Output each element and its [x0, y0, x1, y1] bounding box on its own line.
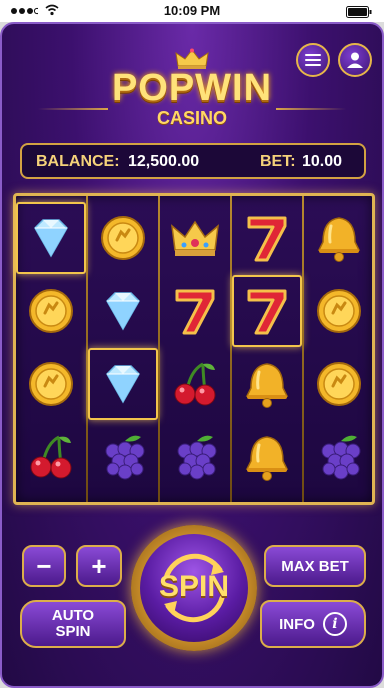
reel-cell: [232, 275, 302, 347]
info-icon: i: [322, 612, 347, 636]
logo-subtitle: CASINO: [156, 108, 227, 128]
reel-cell: [88, 421, 158, 493]
spin-label: SPIN: [158, 570, 230, 603]
seven-icon: [167, 283, 223, 339]
diamond-icon: [23, 210, 79, 266]
reel-cell: [88, 202, 158, 274]
reel-5: [304, 196, 374, 502]
reel-2: [88, 196, 158, 502]
crown-icon: [167, 210, 223, 266]
info-button[interactable]: INFO i: [260, 600, 366, 648]
coin-icon: [311, 283, 367, 339]
reel-3: [160, 196, 230, 502]
reel-cell: [232, 421, 302, 493]
balance-label: BALANCE:: [36, 153, 120, 170]
reel-cell: [304, 202, 374, 274]
auto-spin-label-line2: SPIN: [55, 623, 91, 640]
decrease-bet-button[interactable]: −: [22, 545, 66, 587]
bell-icon: [239, 356, 295, 412]
max-bet-button[interactable]: MAX BET: [264, 545, 366, 587]
game-screen: POPWIN CASINO BALANCE: 12,500.00 BET: 10…: [0, 22, 384, 688]
reel-cell: [160, 421, 230, 493]
status-bar: 10:09 PM: [0, 0, 384, 22]
diamond-icon: [95, 356, 151, 412]
bet-label: BET:: [260, 153, 296, 170]
reel-cell: [232, 348, 302, 420]
reel-cell: [304, 275, 374, 347]
auto-spin-label-line1: AUTO: [51, 607, 95, 624]
seven-icon: [239, 210, 295, 266]
logo-title: POPWIN: [111, 67, 273, 109]
bell-icon: [239, 429, 295, 485]
diamond-icon: [95, 283, 151, 339]
grape-icon: [167, 429, 223, 485]
coin-icon: [311, 356, 367, 412]
cherry-icon: [167, 356, 223, 412]
seven-icon: [239, 283, 295, 339]
reel-cell: [16, 421, 86, 493]
reel-cell: [304, 421, 374, 493]
logo-divider-right: [276, 108, 346, 110]
bell-icon: [311, 210, 367, 266]
reel-cell: [160, 202, 230, 274]
reel-1: [16, 196, 86, 502]
reel-cell: [88, 348, 158, 420]
balance-bet-bar: BALANCE: 12,500.00 BET: 10.00: [20, 143, 366, 179]
reel-cell: [16, 202, 86, 274]
coin-icon: [23, 356, 79, 412]
status-time: 10:09 PM: [163, 3, 221, 18]
auto-spin-button[interactable]: AUTO SPIN: [20, 600, 126, 648]
balance-value: 12,500.00: [128, 153, 200, 170]
coin-icon: [23, 283, 79, 339]
reel-4: [232, 196, 302, 502]
info-label: INFO: [279, 615, 315, 633]
reel-cell: [232, 202, 302, 274]
logo: POPWIN CASINO: [2, 48, 382, 128]
logo-divider-left: [38, 108, 108, 110]
reels-grid: [13, 193, 375, 505]
reel-cell: [16, 275, 86, 347]
grape-icon: [311, 429, 367, 485]
reel-cell: [304, 348, 374, 420]
reel-cell: [16, 348, 86, 420]
coin-icon: [95, 210, 151, 266]
reel-cell: [160, 275, 230, 347]
increase-bet-button[interactable]: +: [76, 545, 122, 587]
reel-cell: [160, 348, 230, 420]
grape-icon: [95, 429, 151, 485]
spin-button[interactable]: SPIN: [140, 534, 248, 642]
battery-icon: [346, 6, 372, 18]
cherry-icon: [23, 429, 79, 485]
bet-value: 10.00: [302, 153, 343, 170]
reel-cell: [88, 275, 158, 347]
